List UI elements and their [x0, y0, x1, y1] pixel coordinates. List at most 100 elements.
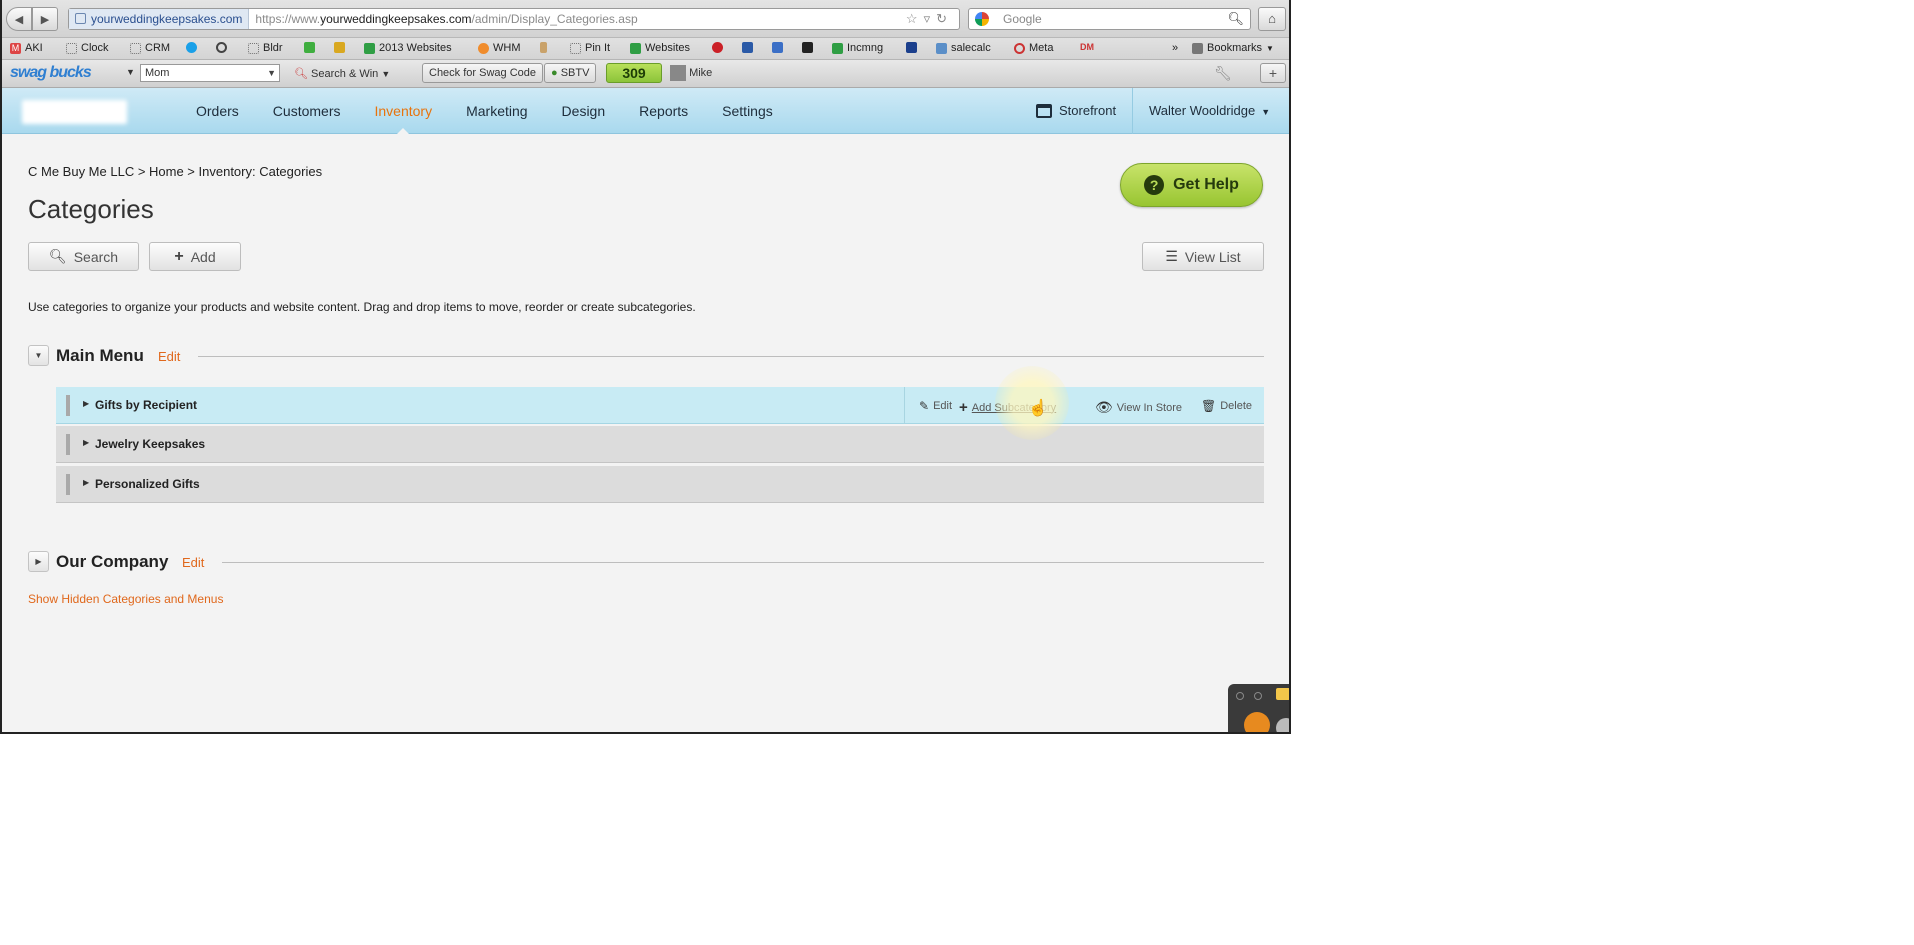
- search-win-icon: 🔍︎: [294, 68, 308, 80]
- drag-handle[interactable]: [66, 474, 70, 495]
- swagbucks-logo[interactable]: swag bucks: [10, 64, 92, 82]
- widget-dot-icon: [1254, 692, 1262, 700]
- menu-edit-link[interactable]: Edit: [158, 349, 180, 364]
- drag-handle[interactable]: [66, 395, 70, 416]
- get-help-button[interactable]: ? Get Help: [1120, 163, 1263, 207]
- check-swag-code-button[interactable]: Check for Swag Code: [422, 63, 543, 83]
- bookmark-pinterest[interactable]: [712, 42, 723, 53]
- bookmarks-menu[interactable]: Bookmarks ▼: [1192, 42, 1274, 54]
- breadcrumb[interactable]: C Me Buy Me LLC > Home > Inventory: Cate…: [28, 164, 322, 179]
- bookmark-incmng[interactable]: Incmng: [832, 42, 883, 54]
- bookmark-chart[interactable]: [772, 42, 783, 53]
- forward-button[interactable]: ▶: [32, 7, 58, 31]
- search-engine-box[interactable]: Google 🔍︎: [968, 8, 1251, 30]
- store-logo[interactable]: [22, 100, 127, 124]
- collapse-toggle[interactable]: ▼: [28, 345, 49, 366]
- star-icon[interactable]: ☆: [906, 11, 924, 26]
- delete-action[interactable]: 🗑︎ Delete: [1201, 399, 1252, 413]
- nav-design[interactable]: Design: [545, 88, 623, 134]
- bookmark-dm[interactable]: DM: [1080, 42, 1094, 52]
- bookmark-label: AKI: [25, 42, 43, 54]
- wrench-icon[interactable]: 🔧︎: [1214, 65, 1232, 82]
- search-and-win[interactable]: 🔍︎ Search & Win ▼: [294, 67, 390, 80]
- bookmark-2013-websites[interactable]: 2013 Websites: [364, 42, 452, 54]
- bookmark-skype[interactable]: [186, 42, 197, 53]
- floating-widget[interactable]: [1228, 684, 1289, 732]
- category-row[interactable]: ▶ Jewelry Keepsakes: [56, 426, 1264, 463]
- address-bar[interactable]: yourweddingkeepsakes.com https://www.you…: [68, 8, 960, 30]
- bookmark-label: Bldr: [263, 42, 283, 54]
- category-row[interactable]: ▶ Personalized Gifts: [56, 466, 1264, 503]
- sbtv-button[interactable]: ● SBTV: [544, 63, 597, 83]
- question-icon: ?: [1144, 175, 1165, 195]
- add-toolbar-button[interactable]: +: [1260, 63, 1286, 83]
- url-text[interactable]: https://www.yourweddingkeepsakes.com/adm…: [249, 12, 637, 26]
- url-domain: yourweddingkeepsakes.com: [320, 12, 472, 26]
- site-identity-button[interactable]: yourweddingkeepsakes.com: [69, 9, 250, 29]
- bookmark-p[interactable]: [742, 42, 753, 53]
- category-row[interactable]: ▶ Gifts by Recipient ✎Edit +Add Subcateg…: [56, 387, 1264, 424]
- home-icon: ⌂: [1268, 11, 1276, 26]
- category-name[interactable]: Personalized Gifts: [95, 477, 200, 491]
- nav-settings[interactable]: Settings: [705, 88, 790, 134]
- expand-toggle[interactable]: ▶: [28, 551, 49, 572]
- expand-arrow-icon[interactable]: ▶: [83, 478, 89, 487]
- bookmark-salecalc[interactable]: salecalc: [936, 42, 991, 54]
- delete-label: Delete: [1220, 400, 1253, 412]
- bookmarks-menu-label: Bookmarks: [1207, 42, 1263, 54]
- menu-edit-link[interactable]: Edit: [182, 555, 204, 570]
- logo-menu-caret-icon[interactable]: ▼: [126, 67, 135, 77]
- main-nav: Orders Customers Inventory Marketing Des…: [179, 88, 790, 135]
- view-in-store-action[interactable]: 👁︎ View In Store: [1095, 399, 1182, 416]
- search-icon[interactable]: 🔍︎: [1227, 11, 1244, 27]
- bookmark-pin-it[interactable]: Pin It: [570, 42, 610, 54]
- bookmark-aki[interactable]: M AKI: [10, 42, 43, 54]
- triangle-down-icon: ▼: [34, 351, 43, 360]
- bookmark-briefcase[interactable]: [802, 42, 813, 53]
- folder-icon: [130, 42, 141, 54]
- category-name[interactable]: Jewelry Keepsakes: [95, 437, 205, 451]
- back-button[interactable]: ◀: [6, 7, 32, 31]
- add-button[interactable]: + Add: [149, 242, 241, 271]
- show-hidden-categories-link[interactable]: Show Hidden Categories and Menus: [28, 592, 223, 606]
- bookmark-bldr[interactable]: Bldr: [248, 42, 283, 54]
- folder-icon: [570, 42, 581, 54]
- bookmark-label: DM: [1080, 42, 1094, 52]
- reload-icon[interactable]: ↻: [936, 11, 953, 26]
- swagbucks-count[interactable]: 309: [606, 63, 662, 83]
- expand-arrow-icon[interactable]: ▶: [83, 438, 89, 447]
- bookmark-websites[interactable]: Websites: [630, 42, 690, 54]
- nav-inventory[interactable]: Inventory: [357, 88, 449, 135]
- bookmark-puzzle[interactable]: [334, 42, 345, 53]
- p-icon: [742, 42, 753, 53]
- bookmark-whm[interactable]: WHM: [478, 42, 521, 54]
- get-help-label: Get Help: [1173, 176, 1239, 193]
- home-button[interactable]: ⌂: [1258, 7, 1286, 31]
- nav-marketing[interactable]: Marketing: [449, 88, 544, 134]
- view-list-button[interactable]: ☰ View List: [1142, 242, 1264, 271]
- google-icon[interactable]: [975, 12, 989, 26]
- bookmark-tag[interactable]: [540, 42, 547, 53]
- bookmark-meta[interactable]: Meta: [1014, 42, 1053, 54]
- search-button[interactable]: 🔍︎ Search: [28, 242, 139, 271]
- bookmark-crm[interactable]: CRM: [130, 42, 170, 54]
- bookmark-clock[interactable]: Clock: [66, 42, 109, 54]
- storefront-link[interactable]: Storefront: [1036, 88, 1116, 134]
- user-menu[interactable]: Walter Wooldridge ▼: [1132, 88, 1289, 134]
- bookmark-maps[interactable]: [304, 42, 315, 53]
- search-select[interactable]: Mom: [140, 64, 280, 82]
- bookmark-globe[interactable]: [216, 42, 227, 53]
- view-list-label: View List: [1184, 248, 1241, 265]
- category-name[interactable]: Gifts by Recipient: [95, 398, 197, 412]
- nav-reports[interactable]: Reports: [622, 88, 705, 134]
- drag-handle[interactable]: [66, 434, 70, 455]
- user-profile[interactable]: Mike: [670, 65, 712, 81]
- expand-arrow-icon[interactable]: ▶: [83, 399, 89, 408]
- bookmark-paypal[interactable]: [906, 42, 917, 53]
- bookmarks-overflow[interactable]: »: [1172, 42, 1178, 54]
- nav-customers[interactable]: Customers: [256, 88, 358, 134]
- search-placeholder: Google: [1003, 12, 1042, 26]
- nav-orders[interactable]: Orders: [179, 88, 256, 134]
- edit-action[interactable]: ✎ Edit: [919, 399, 952, 413]
- dropdown-icon[interactable]: ▿: [924, 11, 937, 26]
